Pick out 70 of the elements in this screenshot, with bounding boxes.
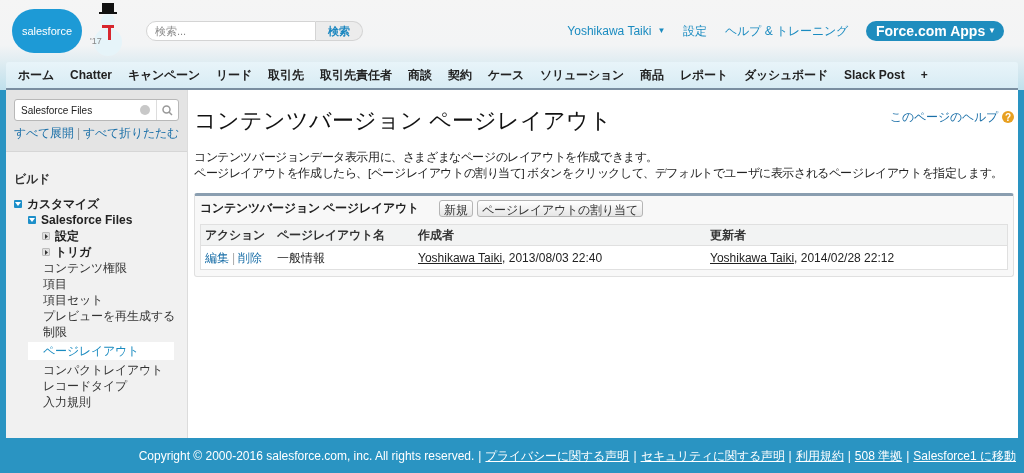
tree-item[interactable]: コンテンツ権限 xyxy=(28,260,127,276)
column-header: ページレイアウト名 xyxy=(276,227,386,244)
tree-item[interactable]: 制限 xyxy=(28,324,67,340)
tab[interactable]: 商品 xyxy=(632,66,672,84)
doodle-text: '17 xyxy=(90,37,102,46)
tab[interactable]: ホーム xyxy=(10,66,62,84)
separator: | xyxy=(633,447,637,465)
separator: | xyxy=(788,447,792,465)
tab[interactable]: ケース xyxy=(480,66,532,84)
action-link[interactable]: 編集 xyxy=(205,248,229,267)
collapse-icon[interactable] xyxy=(14,200,22,208)
date-text: , 2013/08/03 22:40 xyxy=(502,250,603,265)
separator: | xyxy=(478,447,482,465)
caret-icon: ▼ xyxy=(657,25,666,37)
header-link[interactable]: 設定 xyxy=(683,22,708,40)
expand-icon[interactable] xyxy=(42,248,50,256)
collapse-all-link[interactable]: すべて折りたたむ xyxy=(83,124,179,142)
column-header: 更新者 xyxy=(709,227,747,244)
tab[interactable]: リード xyxy=(208,66,260,84)
tree-item[interactable]: ページレイアウト xyxy=(28,342,174,360)
tree-item[interactable]: 項目セット xyxy=(28,292,103,308)
tab[interactable]: Slack Post xyxy=(836,66,913,84)
tree-item[interactable]: カスタマイズ xyxy=(27,195,99,213)
page-title: コンテンツバージョン ページレイアウト xyxy=(194,107,613,135)
tab[interactable]: レポート xyxy=(672,66,736,84)
section-heading: ビルド xyxy=(14,171,51,188)
action-link[interactable]: 削除 xyxy=(238,248,263,267)
separator: | xyxy=(847,447,851,465)
info-icon xyxy=(140,105,150,115)
tab[interactable]: + xyxy=(912,66,936,84)
tree-item[interactable]: コンパクトレイアウト xyxy=(28,362,163,378)
separator: | xyxy=(232,249,236,267)
separator: | xyxy=(906,447,910,465)
description-text: ページレイアウトを作成したら、[ページレイアウトの割り当て] ボタンをクリックして、デフォルトでユーザに表示されるページレイアウトを指定します。 xyxy=(194,166,1004,181)
description-text: コンテンツバージョンデータ表示用に、さまざまなページのレイアウトを作成できます。 xyxy=(194,150,659,165)
tab[interactable]: Chatter xyxy=(62,66,120,84)
tab[interactable]: 契約 xyxy=(440,66,480,84)
collapse-icon[interactable] xyxy=(28,216,36,224)
tab[interactable]: 商談 xyxy=(400,66,440,84)
tab[interactable]: 取引先 xyxy=(260,66,312,84)
user-menu[interactable]: Yoshikawa Taiki ▼ xyxy=(567,22,666,40)
tab[interactable]: 取引先責任者 xyxy=(312,66,400,84)
panel-button[interactable]: 新規 xyxy=(439,199,474,217)
tree-item[interactable]: レコードタイプ xyxy=(28,378,127,394)
tree-item[interactable]: 設定 xyxy=(55,227,79,245)
expand-icon[interactable] xyxy=(42,232,50,240)
tree-item[interactable]: Salesforce Files xyxy=(41,211,133,229)
tab[interactable]: ソリューション xyxy=(532,66,632,84)
help-link[interactable]: このページのヘルプ ? xyxy=(890,108,1014,126)
tree-item[interactable]: トリガ xyxy=(55,243,91,261)
copyright-text: Copyright © 2000-2016 salesforce.com, inc. All rights reserved. xyxy=(138,447,475,465)
table-cell-text: 一般情報 xyxy=(276,249,326,267)
panel-button[interactable]: ページレイアウトの割り当て xyxy=(477,199,644,217)
column-header: 作成者 xyxy=(417,227,455,244)
caret-icon: ▼ xyxy=(988,25,996,37)
date-text: , 2014/02/28 22:12 xyxy=(794,250,895,265)
search-field[interactable]: 検索... xyxy=(146,21,316,41)
separator: | xyxy=(76,125,80,142)
tab[interactable]: ダッシュボード xyxy=(736,66,836,84)
tree-item[interactable]: 入力規則 xyxy=(28,394,91,410)
column-header: アクション xyxy=(204,227,266,244)
tab[interactable]: キャンペーン xyxy=(120,66,208,84)
tree-item[interactable]: プレビューを再生成する xyxy=(28,308,175,324)
help-icon: ? xyxy=(1002,111,1014,123)
header-link[interactable]: ヘルプ & トレーニング xyxy=(725,22,848,40)
panel-title: コンテンツバージョン ページレイアウト xyxy=(200,200,420,217)
tree-item[interactable]: 項目 xyxy=(28,276,67,292)
app-menu[interactable]: Force.com Apps ▼ xyxy=(866,21,1004,41)
quick-find-box[interactable]: Salesforce Files xyxy=(14,99,179,121)
expand-all-link[interactable]: すべて展開 xyxy=(13,124,74,142)
